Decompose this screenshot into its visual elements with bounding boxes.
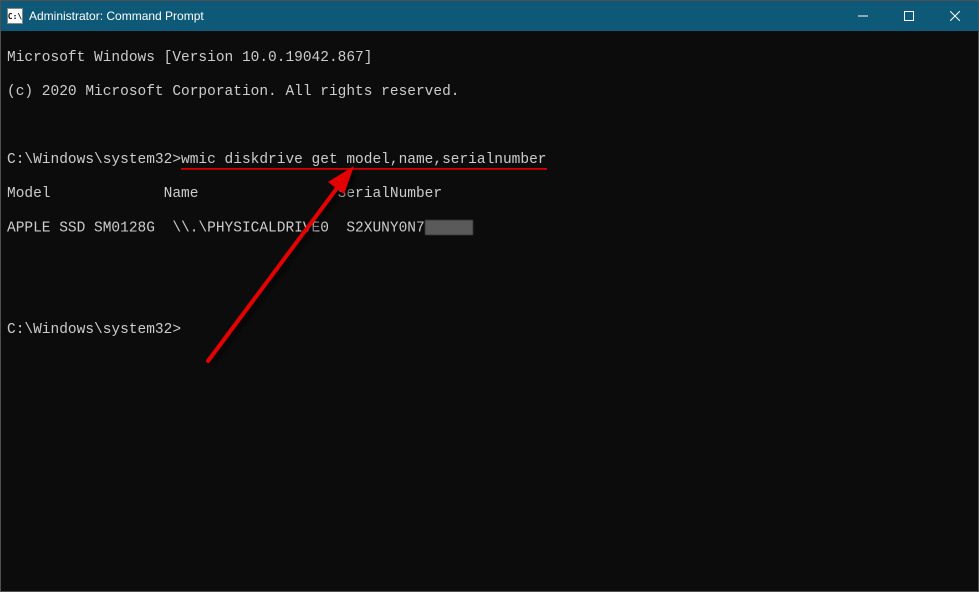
redacted-serial-portion	[425, 220, 473, 235]
prompt-path: C:\Windows\system32>	[7, 152, 181, 168]
maximize-icon	[904, 11, 914, 21]
command-prompt-window: C:\ Administrator: Command Prompt	[0, 0, 979, 592]
terminal-content[interactable]: Microsoft Windows [Version 10.0.19042.86…	[1, 31, 978, 591]
window-title: Administrator: Command Prompt	[29, 9, 840, 23]
table-header-line: Model Name SerialNumber	[7, 186, 972, 203]
maximize-button[interactable]	[886, 1, 932, 31]
blank-line	[7, 118, 972, 135]
app-icon: C:\	[7, 8, 23, 24]
minimize-button[interactable]	[840, 1, 886, 31]
command-typed: wmic diskdrive get model,name,serialnumb…	[181, 152, 546, 168]
blank-line	[7, 254, 972, 271]
close-button[interactable]	[932, 1, 978, 31]
window-controls	[840, 1, 978, 31]
command-text: wmic diskdrive get model,name,serialnumb…	[181, 152, 546, 169]
blank-line	[7, 288, 972, 305]
titlebar[interactable]: C:\ Administrator: Command Prompt	[1, 1, 978, 31]
app-icon-label: C:\	[8, 12, 22, 21]
command-line-1: C:\Windows\system32>wmic diskdrive get m…	[7, 152, 972, 169]
close-icon	[950, 11, 960, 21]
table-row-visible: APPLE SSD SM0128G \\.\PHYSICALDRIVE0 S2X…	[7, 220, 425, 236]
version-line: Microsoft Windows [Version 10.0.19042.86…	[7, 50, 972, 67]
copyright-line: (c) 2020 Microsoft Corporation. All righ…	[7, 84, 972, 101]
table-row-line: APPLE SSD SM0128G \\.\PHYSICALDRIVE0 S2X…	[7, 220, 972, 237]
red-underline-annotation	[181, 168, 546, 170]
command-line-2: C:\Windows\system32>	[7, 322, 972, 339]
minimize-icon	[858, 11, 868, 21]
prompt-path: C:\Windows\system32>	[7, 322, 181, 338]
